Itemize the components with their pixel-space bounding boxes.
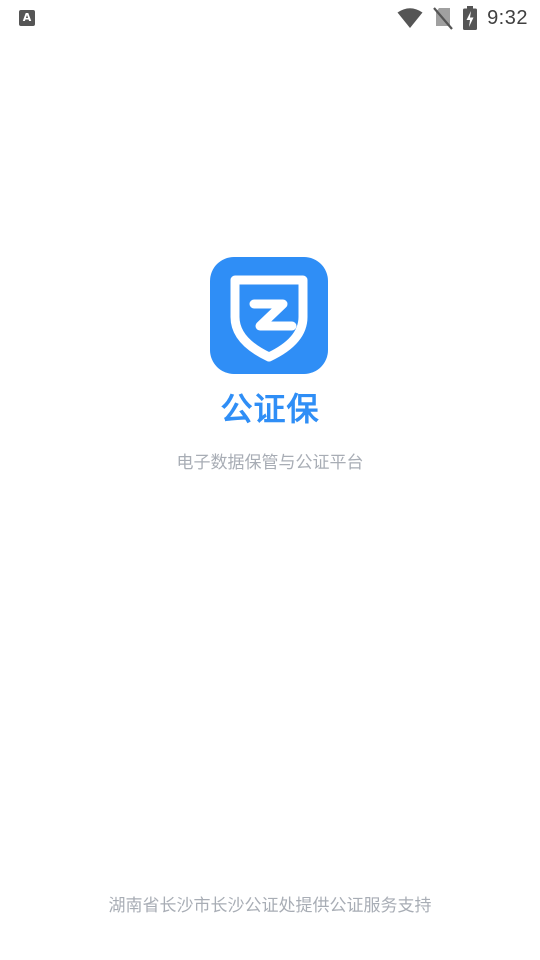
status-bar: A 9:32 xyxy=(0,0,540,36)
status-time: 9:32 xyxy=(487,6,528,29)
battery-charging-icon xyxy=(463,6,478,30)
no-sim-icon xyxy=(433,7,453,30)
notification-a-icon: A xyxy=(19,10,35,26)
footer-service-notice: 湖南省长沙市长沙公证处提供公证服务支持 xyxy=(108,896,432,916)
app-slogan: 电子数据保管与公证平台 xyxy=(176,453,364,473)
shield-z-logo-icon xyxy=(210,257,328,374)
wifi-icon xyxy=(397,8,423,28)
status-right-group: 9:32 xyxy=(397,5,528,31)
app-name: 公证保 xyxy=(220,390,320,428)
splash-screen: A 9:32 公证保 电子数据保管与公证平台 湖南省长沙市长沙公证处提供公证服务… xyxy=(0,0,540,960)
